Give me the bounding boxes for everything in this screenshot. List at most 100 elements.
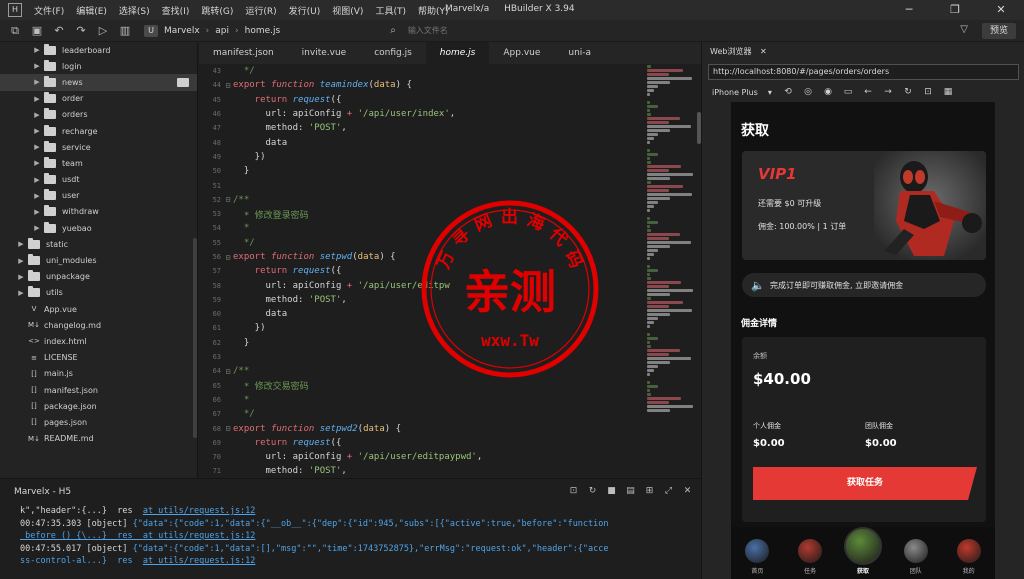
tree-item-utils[interactable]: ▶ utils	[0, 285, 197, 301]
chevron-right-icon[interactable]: ▶	[16, 257, 26, 265]
tabbar-item[interactable]: 团队	[892, 539, 940, 575]
tree-item-changelog-md[interactable]: M↓ changelog.md	[0, 317, 197, 333]
chevron-right-icon[interactable]: ▶	[32, 111, 42, 119]
get-task-button[interactable]: 获取任务	[753, 467, 977, 500]
chevron-right-icon[interactable]: ▶	[32, 159, 42, 167]
tree-item-usdt[interactable]: ▶ usdt	[0, 172, 197, 188]
tree-item-login[interactable]: ▶ login	[0, 58, 197, 74]
source-link[interactable]: at utils/request.js:12	[143, 531, 256, 541]
lock-scroll-icon[interactable]: ⊡	[564, 486, 583, 496]
menu-item[interactable]: 文件(F)	[28, 4, 70, 17]
console-output[interactable]: k","header":{...} res at utils/request.j…	[0, 505, 701, 568]
tree-item-order[interactable]: ▶ order	[0, 91, 197, 107]
forward-icon[interactable]: ↷	[70, 24, 92, 37]
menu-item[interactable]: 选择(S)	[113, 4, 156, 17]
menu-item[interactable]: 运行(R)	[239, 4, 282, 17]
target-icon[interactable]: ◎	[798, 87, 818, 97]
refresh-icon[interactable]: ↻	[898, 87, 918, 97]
menu-item[interactable]: 编辑(E)	[70, 4, 113, 17]
chevron-right-icon[interactable]: ▶	[32, 62, 42, 70]
source-link[interactable]: at utils/request.js:12	[143, 506, 256, 516]
preview-button[interactable]: 预览	[982, 23, 1016, 39]
close-icon[interactable]: ✕	[978, 0, 1024, 20]
tree-item-uni-modules[interactable]: ▶ uni_modules	[0, 252, 197, 268]
code-editor[interactable]: 43 */44 ⊟ export function teamindex(data) …	[199, 64, 645, 478]
maximize-panel-icon[interactable]: ⤢	[659, 486, 678, 496]
tree-item-orders[interactable]: ▶ orders	[0, 107, 197, 123]
tree-item-unpackage[interactable]: ▶ unpackage	[0, 269, 197, 285]
source-link[interactable]: before () {\...} res	[20, 531, 143, 541]
rotate-icon[interactable]: ⟲	[778, 87, 798, 97]
tree-item-pages-json[interactable]: [] pages.json	[0, 414, 197, 430]
chevron-right-icon[interactable]: ▶	[16, 273, 26, 281]
chevron-right-icon[interactable]: ▶	[32, 78, 42, 86]
tree-item-leaderboard[interactable]: ▶ leaderboard	[0, 42, 197, 58]
tabbar-item[interactable]: 我的	[945, 539, 993, 575]
tree-item-index-html[interactable]: <> index.html	[0, 333, 197, 349]
editor-tab[interactable]: App.vue	[489, 42, 554, 64]
chevron-right-icon[interactable]: ▶	[32, 224, 42, 232]
forward-arrow-icon[interactable]: →	[878, 87, 898, 97]
chevron-right-icon[interactable]: ▶	[32, 95, 42, 103]
tree-item-main-js[interactable]: [] main.js	[0, 366, 197, 382]
stop-icon[interactable]: ■	[602, 486, 621, 496]
qrcode-icon[interactable]: ▦	[938, 87, 958, 97]
devtools-icon[interactable]: ▭	[838, 87, 858, 97]
chevron-right-icon[interactable]: ▶	[32, 208, 42, 216]
fold-icon[interactable]: ⊟	[223, 367, 233, 376]
run-icon[interactable]: ▷	[92, 24, 114, 37]
editor-tab[interactable]: config.js	[360, 42, 426, 64]
back-arrow-icon[interactable]: ←	[858, 87, 878, 97]
fold-icon[interactable]: ⊟	[223, 195, 233, 204]
tabbar-item[interactable]: 获取	[839, 527, 887, 575]
tabbar-item[interactable]: 任务	[786, 539, 834, 575]
sidebar-scrollbar[interactable]	[193, 238, 197, 438]
back-icon[interactable]: ↶	[48, 24, 70, 37]
menu-item[interactable]: 查找(I)	[156, 4, 196, 17]
source-link[interactable]: at utils/request.js:12	[143, 556, 256, 566]
tree-item-manifest-json[interactable]: [] manifest.json	[0, 382, 197, 398]
menu-item[interactable]: 发行(U)	[283, 4, 327, 17]
tree-item-recharge[interactable]: ▶ recharge	[0, 123, 197, 139]
save-icon[interactable]: ▣	[26, 24, 48, 37]
tree-item-license[interactable]: ≡ LICENSE	[0, 350, 197, 366]
maximize-icon[interactable]: ❐	[932, 0, 978, 20]
close-tab-icon[interactable]: ✕	[760, 47, 767, 56]
tabbar-item[interactable]: 首页	[733, 539, 781, 575]
tree-item-static[interactable]: ▶ static	[0, 236, 197, 252]
editor-tab[interactable]: home.js	[425, 42, 490, 64]
tree-item-readme-md[interactable]: M↓ README.md	[0, 431, 197, 447]
browser-icon[interactable]: ▥	[114, 24, 136, 37]
restart-icon[interactable]: ↻	[583, 486, 602, 496]
tree-item-user[interactable]: ▶ user	[0, 188, 197, 204]
tree-item-news[interactable]: ▶ news	[0, 74, 197, 91]
breadcrumb-item[interactable]: home.js	[245, 26, 281, 36]
chevron-right-icon[interactable]: ▶	[32, 192, 42, 200]
tree-item-package-json[interactable]: [] package.json	[0, 398, 197, 414]
tree-item-service[interactable]: ▶ service	[0, 139, 197, 155]
chevron-right-icon[interactable]: ▶	[32, 176, 42, 184]
clear-icon[interactable]: ▤	[621, 486, 640, 496]
tree-item-withdraw[interactable]: ▶ withdraw	[0, 204, 197, 220]
filter-console-icon[interactable]: ⊞	[640, 486, 659, 496]
fold-icon[interactable]: ⊟	[223, 81, 233, 90]
chevron-right-icon[interactable]: ▶	[16, 289, 26, 297]
file-search-input[interactable]	[407, 23, 558, 38]
browser-tab[interactable]: Web浏览器 ✕	[702, 42, 775, 62]
lock-icon[interactable]: ⊡	[918, 87, 938, 97]
eye-icon[interactable]: ◉	[818, 87, 838, 97]
open-folder-icon[interactable]	[177, 78, 189, 88]
chevron-right-icon[interactable]: ▶	[32, 143, 42, 151]
menu-item[interactable]: 工具(T)	[369, 4, 412, 17]
breadcrumb-item[interactable]: api	[215, 26, 229, 36]
editor-tab[interactable]: manifest.json	[199, 42, 288, 64]
device-select[interactable]: iPhone Plus ▾	[712, 88, 778, 97]
filter-icon[interactable]: ▽	[960, 24, 968, 35]
tree-item-app-vue[interactable]: V App.vue	[0, 301, 197, 317]
minimap[interactable]	[645, 64, 695, 478]
menu-item[interactable]: 视图(V)	[326, 4, 369, 17]
fold-icon[interactable]: ⊟	[223, 424, 233, 433]
chevron-right-icon[interactable]: ▶	[32, 127, 42, 135]
tree-item-yuebao[interactable]: ▶ yuebao	[0, 220, 197, 236]
breadcrumb-item[interactable]: Marvelx	[164, 26, 200, 36]
